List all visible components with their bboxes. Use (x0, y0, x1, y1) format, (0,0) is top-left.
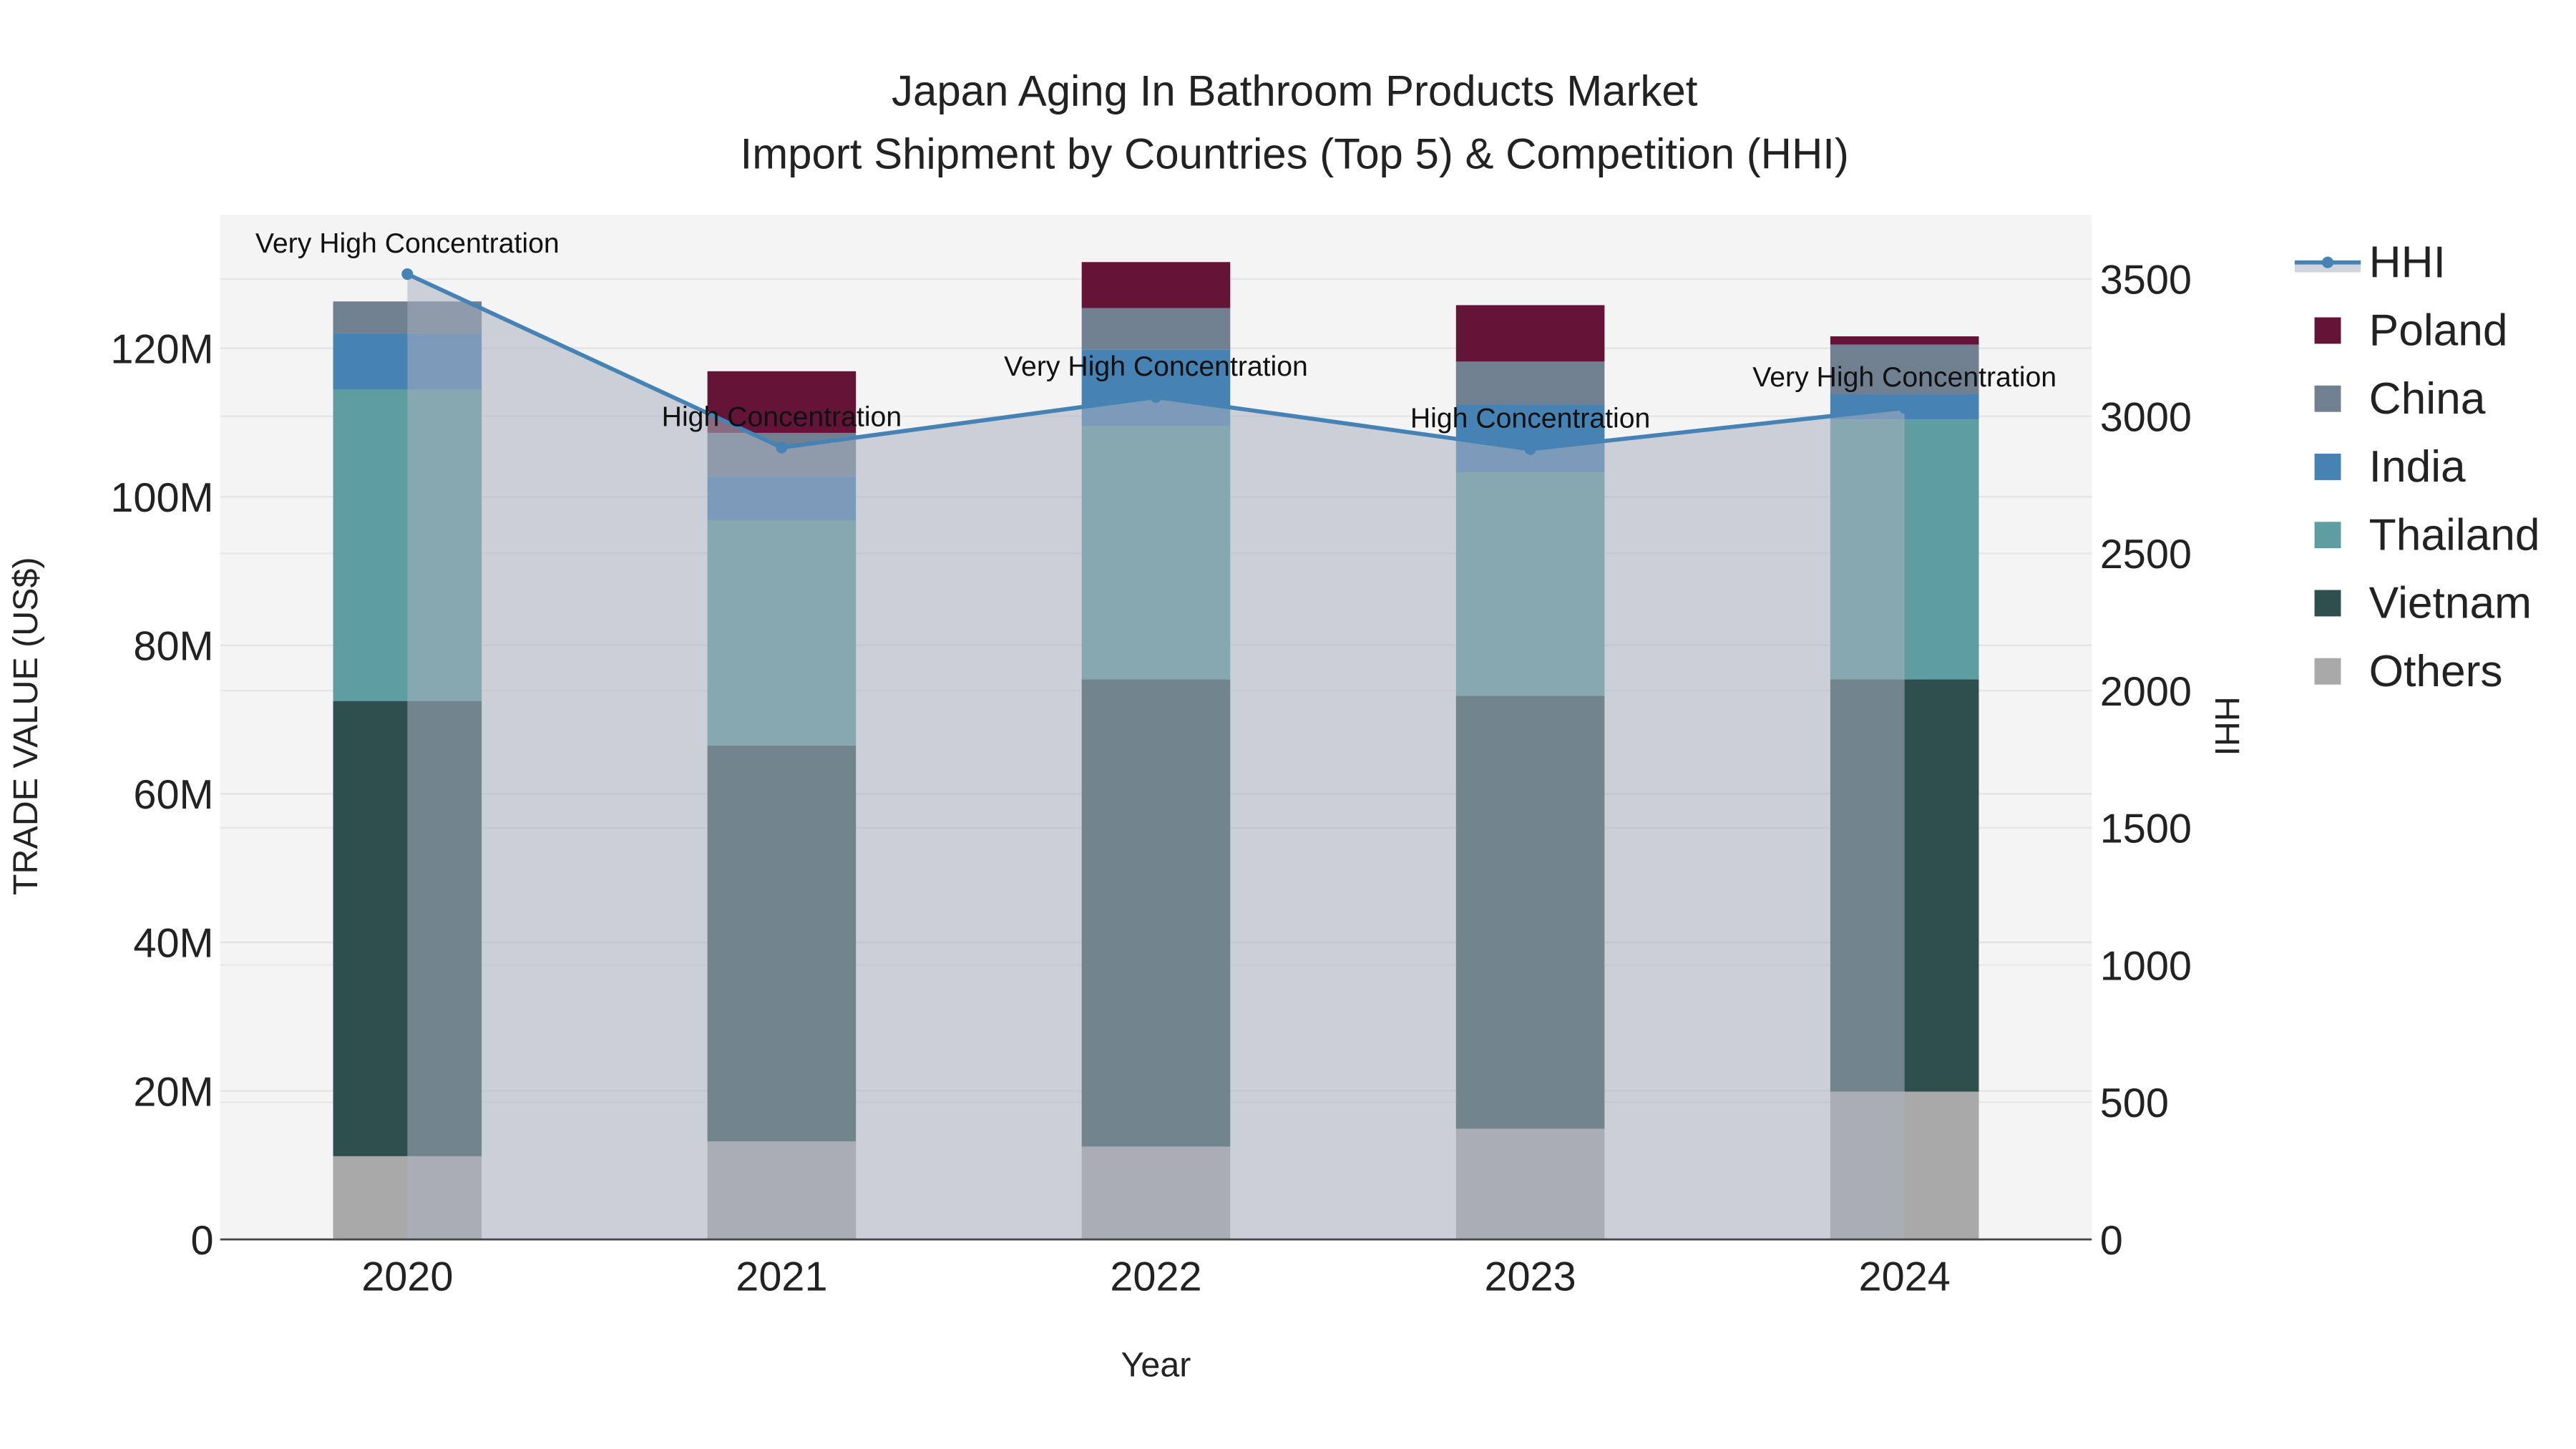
legend-swatch-vietnam (2314, 590, 2341, 617)
x-tick-label: 2020 (361, 1254, 453, 1300)
legend-swatch-thailand (2314, 522, 2341, 549)
legend-label-hhi: HHI (2369, 238, 2446, 287)
hhi-point-2022 (1150, 391, 1162, 403)
hhi-point-2024 (1898, 402, 1911, 414)
legend-swatch-china (2314, 385, 2341, 412)
legend-label-thailand: Thailand (2369, 510, 2540, 560)
y2-tick-label: 0 (2100, 1218, 2123, 1264)
legend-swatch-others (2314, 658, 2341, 685)
y-tick-label: 100M (110, 475, 213, 521)
hhi-point-2021 (776, 441, 788, 454)
y2-tick-label: 3000 (2100, 394, 2192, 440)
y2-tick-label: 1500 (2100, 806, 2192, 852)
y2-tick-label: 1000 (2100, 943, 2192, 989)
legend-label-others: Others (2369, 647, 2503, 696)
hhi-point-2020 (401, 268, 414, 280)
hhi-annotation: High Concentration (1410, 404, 1650, 434)
legend-label-india: India (2369, 442, 2466, 492)
y-tick-label: 120M (110, 326, 213, 372)
bar-poland-2024 (1830, 336, 1979, 345)
legend-hhi-marker (2321, 256, 2334, 268)
chart-subtitle: Import Shipment by Countries (Top 5) & C… (741, 130, 1849, 177)
y-tick-label: 20M (133, 1069, 213, 1115)
hhi-annotation: Very High Concentration (1752, 362, 2057, 393)
y-tick-label: 0 (190, 1218, 213, 1264)
y2-tick-label: 3500 (2100, 258, 2192, 303)
legend-swatch-india (2314, 454, 2341, 480)
y-axis-label: TRADE VALUE (US$) (6, 557, 45, 895)
y-tick-label: 40M (133, 921, 213, 967)
chart: Japan Aging In Bathroom Products Market … (6, 67, 2540, 1385)
bar-china-2022 (1081, 308, 1231, 350)
x-tick-label: 2022 (1110, 1254, 1201, 1300)
y2-tick-label: 500 (2100, 1080, 2169, 1126)
chart-title: Japan Aging In Bathroom Products Market (892, 67, 1698, 115)
hhi-annotation: Very High Concentration (1004, 351, 1308, 382)
x-tick-label: 2024 (1859, 1254, 1951, 1300)
y-tick-label: 60M (133, 772, 213, 818)
hhi-annotation: High Concentration (662, 401, 902, 432)
legend-swatch-poland (2314, 317, 2341, 344)
bar-poland-2022 (1081, 262, 1231, 308)
x-tick-label: 2021 (736, 1254, 827, 1300)
y2-tick-label: 2000 (2100, 669, 2192, 715)
x-tick-label: 2023 (1484, 1254, 1576, 1300)
legend-label-poland: Poland (2369, 306, 2508, 356)
x-axis-label: Year (1121, 1346, 1191, 1385)
legend-label-vietnam: Vietnam (2369, 579, 2532, 628)
legend-label-china: China (2369, 374, 2486, 424)
bar-china-2023 (1455, 361, 1605, 405)
y2-tick-label: 2500 (2100, 532, 2192, 577)
legend: HHI Poland China India Thailand Vietnam Others (2294, 238, 2540, 696)
hhi-point-2023 (1524, 443, 1536, 455)
hhi-annotation: Very High Concentration (255, 228, 560, 259)
bar-poland-2023 (1455, 305, 1605, 362)
y2-axis-label: HHI (2207, 696, 2246, 756)
y-tick-label: 80M (133, 624, 213, 670)
